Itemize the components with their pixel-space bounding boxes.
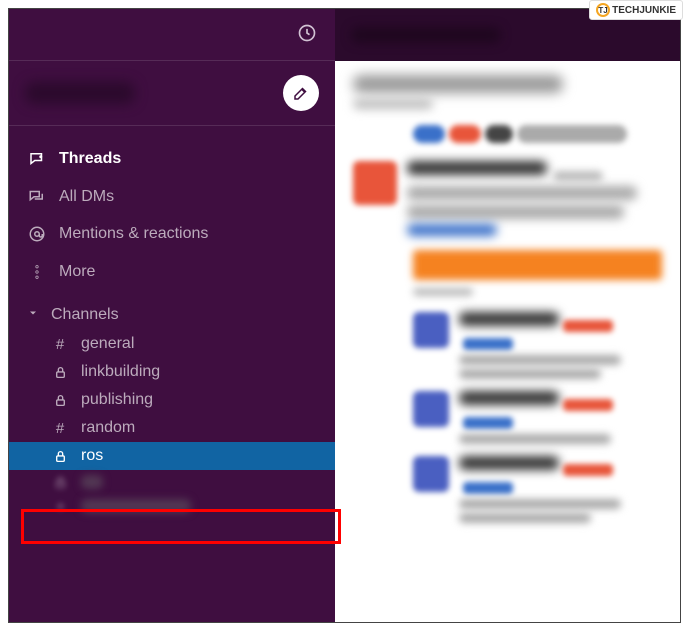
tag	[463, 338, 513, 350]
mentions-icon	[27, 225, 47, 243]
nav-threads-label: Threads	[59, 146, 121, 172]
tag	[463, 417, 513, 429]
channel-linkbuilding[interactable]: linkbuilding	[9, 358, 335, 386]
tag	[563, 464, 613, 476]
channel-label: ros	[81, 447, 103, 465]
avatar[interactable]	[413, 312, 449, 348]
message-time	[553, 171, 603, 181]
avatar[interactable]	[413, 456, 449, 492]
app-window: Threads All DMs Mentions & reactions Mor…	[8, 8, 681, 623]
reaction-pill[interactable]	[485, 125, 513, 143]
compose-icon	[292, 84, 310, 102]
threads-icon	[27, 150, 47, 168]
dms-icon	[27, 187, 47, 205]
thread-message[interactable]	[335, 387, 680, 452]
thread-message[interactable]	[335, 308, 680, 387]
watermark-icon: TJ	[596, 3, 610, 17]
workspace-name	[25, 82, 135, 104]
message-text	[407, 186, 637, 200]
hash-icon: #	[51, 420, 69, 437]
channel-label-blurred	[81, 499, 191, 513]
date-divider	[353, 288, 662, 300]
channel-subtitle	[353, 99, 433, 109]
message-text	[459, 369, 601, 379]
reaction-pill[interactable]	[449, 125, 481, 143]
channel-title	[353, 75, 563, 93]
message-body	[407, 161, 662, 236]
channel-random[interactable]: # random	[9, 414, 335, 442]
nav-mentions[interactable]: Mentions & reactions	[9, 215, 335, 253]
compose-button[interactable]	[283, 75, 319, 111]
thread-message[interactable]	[335, 452, 680, 531]
tag	[563, 320, 613, 332]
more-icon	[27, 263, 47, 281]
avatar[interactable]	[353, 161, 397, 205]
channel-blurred[interactable]	[9, 494, 335, 518]
message-author	[407, 161, 547, 175]
plus-icon	[51, 500, 69, 513]
watermark-badge: TJ TECHJUNKIE	[589, 0, 683, 20]
chevron-down-icon	[27, 306, 41, 324]
alert-banner[interactable]	[413, 250, 662, 280]
nav-threads[interactable]: Threads	[9, 140, 335, 178]
sidebar-topbar	[9, 9, 335, 61]
history-icon[interactable]	[297, 23, 317, 47]
nav-more-label: More	[59, 259, 95, 285]
lock-icon	[51, 366, 69, 379]
channel-label: random	[81, 419, 135, 437]
channels-list: # general linkbuilding publishing # rand…	[9, 330, 335, 518]
message-row[interactable]	[335, 151, 680, 246]
watermark-text: TECHJUNKIE	[612, 5, 676, 16]
reply-link[interactable]	[407, 224, 497, 236]
nav-list: Threads All DMs Mentions & reactions Mor…	[9, 126, 335, 296]
message-author	[459, 312, 559, 326]
tag	[463, 482, 513, 494]
message-text	[459, 434, 611, 444]
message-author	[459, 456, 559, 470]
channel-label-blurred	[81, 475, 103, 489]
nav-more[interactable]: More	[9, 253, 335, 291]
avatar[interactable]	[413, 391, 449, 427]
hash-icon: #	[51, 336, 69, 353]
reaction-pill[interactable]	[413, 125, 445, 143]
reaction-text	[517, 125, 627, 143]
channel-ros[interactable]: ros	[9, 442, 335, 470]
lock-icon	[51, 450, 69, 463]
message-author	[459, 391, 559, 405]
nav-dms-label: All DMs	[59, 184, 114, 210]
channel-label: publishing	[81, 391, 153, 409]
lock-icon	[51, 394, 69, 407]
lock-icon	[51, 476, 69, 489]
sidebar: Threads All DMs Mentions & reactions Mor…	[9, 9, 335, 622]
message-text	[459, 513, 591, 523]
channel-label: general	[81, 335, 134, 353]
channel-label: linkbuilding	[81, 363, 160, 381]
channel-publishing[interactable]: publishing	[9, 386, 335, 414]
workspace-header[interactable]	[9, 61, 335, 126]
reactions-row	[353, 125, 662, 143]
channel-general[interactable]: # general	[9, 330, 335, 358]
nav-dms[interactable]: All DMs	[9, 178, 335, 216]
channel-blurred[interactable]	[9, 470, 335, 494]
channel-header	[335, 61, 680, 151]
message-text	[459, 355, 621, 365]
main-content	[335, 9, 680, 622]
message-text	[407, 205, 624, 219]
search-placeholder	[351, 27, 501, 43]
channels-label: Channels	[51, 306, 119, 324]
channels-section-header[interactable]: Channels	[9, 296, 335, 330]
tag	[563, 399, 613, 411]
message-text	[459, 499, 621, 509]
nav-mentions-label: Mentions & reactions	[59, 221, 208, 247]
